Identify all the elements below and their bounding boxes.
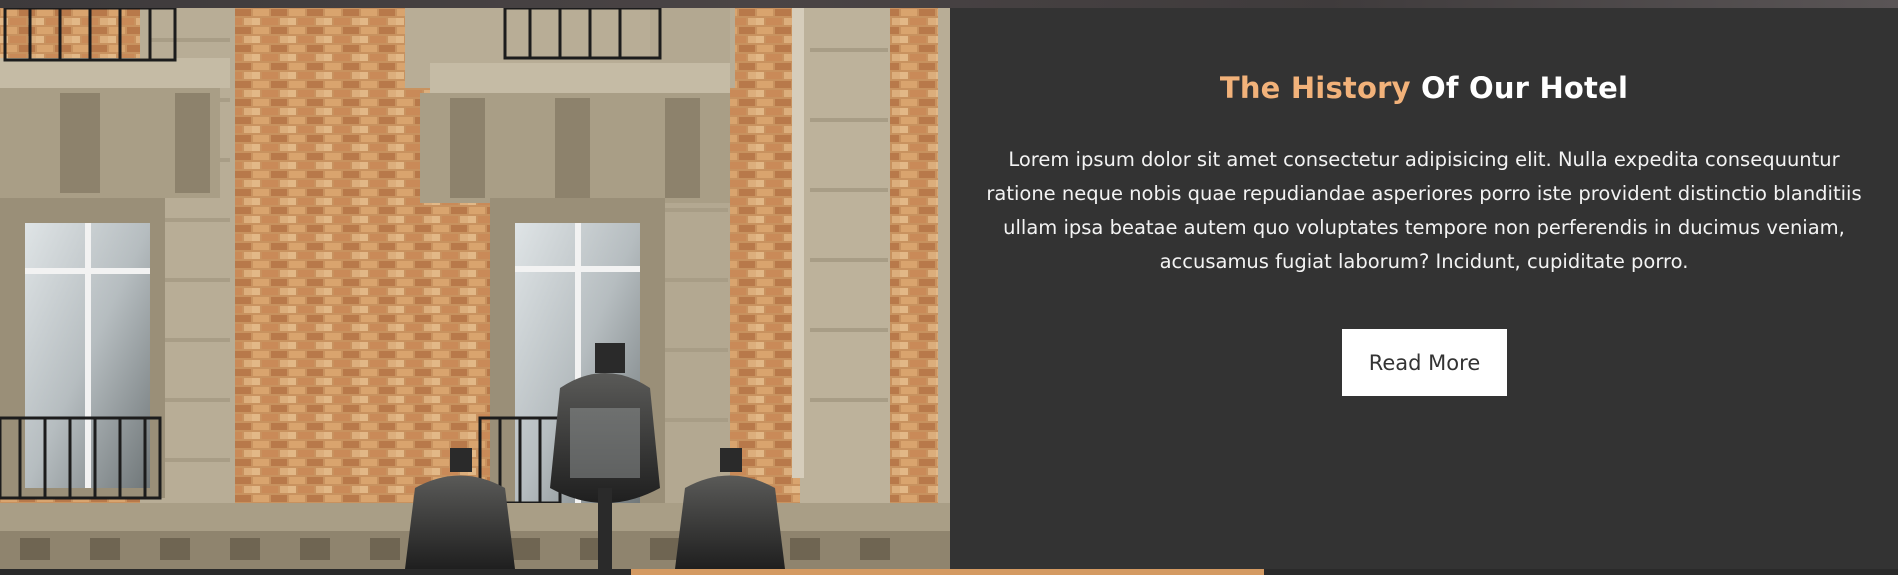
top-divider xyxy=(0,0,1898,8)
title-rest: Of Our Hotel xyxy=(1421,71,1629,105)
read-more-button[interactable]: Read More xyxy=(1342,329,1507,396)
hotel-history-panel: The History Of Our Hotel Lorem ipsum dol… xyxy=(950,8,1898,569)
hotel-facade-image xyxy=(0,8,950,569)
section-title: The History Of Our Hotel xyxy=(950,71,1898,105)
bottom-accent-bar xyxy=(631,569,1264,575)
section-description: Lorem ipsum dolor sit amet consectetur a… xyxy=(986,148,1862,273)
title-accent: The History xyxy=(1219,71,1411,105)
